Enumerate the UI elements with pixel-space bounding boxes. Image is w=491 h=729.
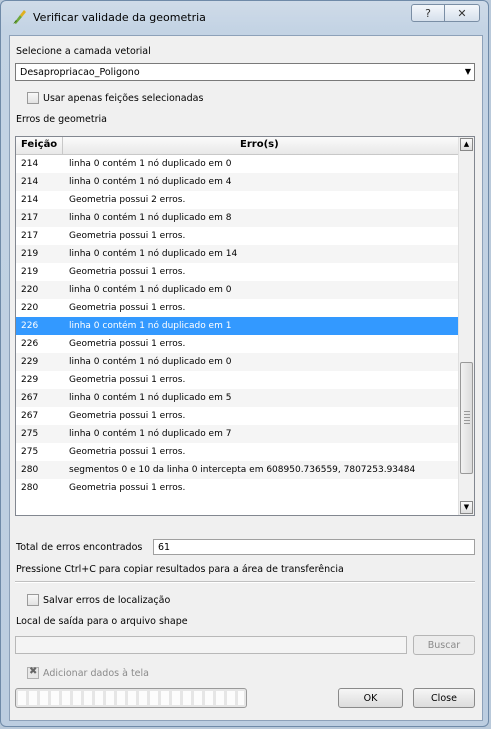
output-path-label: Local de saída para o arquivo shape [16,616,188,627]
table-row[interactable]: 214 linha 0 contém 1 nó duplicado em 0 [16,155,461,173]
error-cell: linha 0 contém 1 nó duplicado em 5 [69,393,232,403]
feature-id-cell: 280 [21,483,39,493]
feature-id-cell: 275 [21,447,39,457]
error-cell: linha 0 contém 1 nó duplicado em 7 [69,429,232,439]
layer-select-value: Desapropriacao_Poligono [20,67,140,78]
table-row[interactable]: 219 linha 0 contém 1 nó duplicado em 14 [16,245,461,263]
table-row[interactable]: 275 Geometria possui 1 erros. [16,443,461,461]
table-row[interactable]: 214 Geometria possui 2 erros. [16,191,461,209]
error-cell: linha 0 contém 1 nó duplicado em 0 [69,357,232,367]
chevron-down-icon: ▼ [464,67,471,76]
close-icon: ✕ [457,6,467,20]
feature-id-cell: 220 [21,303,39,313]
feature-id-cell: 219 [21,267,39,277]
table-row[interactable]: 275 linha 0 contém 1 nó duplicado em 7 [16,425,461,443]
dialog-body: Selecione a camada vetorial Desapropriac… [9,35,483,721]
error-cell: Geometria possui 1 erros. [69,411,186,421]
error-cell: linha 0 contém 1 nó duplicado em 4 [69,177,232,187]
scrollbar-thumb[interactable] [460,362,473,474]
feature-id-cell: 226 [21,339,39,349]
scroll-up-icon[interactable]: ▲ [460,138,473,151]
table-row[interactable]: 267 linha 0 contém 1 nó duplicado em 5 [16,389,461,407]
save-errors-checkbox[interactable] [27,594,39,606]
error-cell: Geometria possui 1 erros. [69,339,186,349]
feature-id-cell: 219 [21,249,39,259]
table-row[interactable]: 280 segmentos 0 e 10 da linha 0 intercept… [16,461,461,479]
only-selected-checkbox[interactable] [27,92,39,104]
error-cell: Geometria possui 2 erros. [69,195,186,205]
table-row[interactable]: 220 linha 0 contém 1 nó duplicado em 0 [16,281,461,299]
feature-id-cell: 226 [21,321,39,331]
feature-id-cell: 214 [21,195,39,205]
feature-id-cell: 217 [21,213,39,223]
progress-bar [15,688,247,708]
error-cell: Geometria possui 1 erros. [69,303,186,313]
table-row[interactable]: 229 linha 0 contém 1 nó duplicado em 0 [16,353,461,371]
errors-table[interactable]: Feição Erro(s) 214 linha 0 contém 1 nó du… [15,136,475,516]
error-cell: Geometria possui 1 erros. [69,483,186,493]
error-cell: linha 0 contém 1 nó duplicado em 0 [69,285,232,295]
table-row[interactable]: 280 Geometria possui 1 erros. [16,479,461,497]
progress-fill [18,691,244,705]
divider [15,581,475,583]
vertical-scrollbar[interactable]: ▲ ▼ [458,137,474,515]
table-row[interactable]: 219 Geometria possui 1 erros. [16,263,461,281]
error-cell: Geometria possui 1 erros. [69,447,186,457]
feature-id-cell: 275 [21,429,39,439]
qgis-brush-icon [11,9,27,25]
feature-id-cell: 229 [21,357,39,367]
column-divider[interactable] [62,137,63,154]
only-selected-label: Usar apenas feições selecionadas [43,93,204,104]
add-to-canvas-checkbox[interactable]: ✖ [27,666,39,679]
feature-id-cell: 229 [21,375,39,385]
table-row[interactable]: 267 Geometria possui 1 erros. [16,407,461,425]
checkmark-icon: ✖ [29,666,38,677]
feature-id-cell: 267 [21,393,39,403]
table-header: Feição Erro(s) [16,137,461,155]
help-icon: ? [425,6,431,20]
error-cell: linha 0 contém 1 nó duplicado em 8 [69,213,232,223]
error-cell: Geometria possui 1 erros. [69,267,186,277]
ok-button[interactable]: OK [338,688,403,708]
table-row[interactable]: 220 Geometria possui 1 erros. [16,299,461,317]
output-path-input[interactable] [15,636,407,654]
clipboard-hint: Pressione Ctrl+C para copiar resultados … [16,564,344,575]
errors-label: Erros de geometria [16,114,107,125]
table-row[interactable]: 226 linha 0 contém 1 nó duplicado em 1 [16,317,461,335]
error-cell: linha 0 contém 1 nó duplicado em 1 [69,321,232,331]
grip-icon [464,411,470,425]
save-errors-label: Salvar erros de localização [43,595,171,606]
close-window-button[interactable]: ✕ [444,4,480,22]
feature-id-cell: 214 [21,177,39,187]
feature-id-cell: 267 [21,411,39,421]
table-row[interactable]: 214 linha 0 contém 1 nó duplicado em 4 [16,173,461,191]
dialog-window: Verificar validade da geometria ? ✕ Sele… [0,0,489,727]
error-cell: Geometria possui 1 erros. [69,375,186,385]
title-bar[interactable]: Verificar validade da geometria ? ✕ [1,1,488,35]
table-row[interactable]: 217 linha 0 contém 1 nó duplicado em 8 [16,209,461,227]
error-cell: Geometria possui 1 erros. [69,231,186,241]
table-row[interactable]: 217 Geometria possui 1 erros. [16,227,461,245]
feature-id-cell: 217 [21,231,39,241]
scroll-down-icon[interactable]: ▼ [460,501,473,514]
feature-id-cell: 280 [21,465,39,475]
error-cell: linha 0 contém 1 nó duplicado em 14 [69,249,238,259]
window-title: Verificar validade da geometria [33,11,206,24]
error-cell: linha 0 contém 1 nó duplicado em 0 [69,159,232,169]
table-row[interactable]: 226 Geometria possui 1 erros. [16,335,461,353]
browse-button[interactable]: Buscar [413,635,475,655]
column-header-errors[interactable]: Erro(s) [240,139,279,150]
help-button[interactable]: ? [411,4,445,22]
table-row[interactable]: 229 Geometria possui 1 erros. [16,371,461,389]
total-errors-label: Total de erros encontrados [16,542,143,553]
layer-select[interactable]: Desapropriacao_Poligono ▼ [15,63,475,81]
add-to-canvas-label: Adicionar dados à tela [43,668,149,679]
close-button[interactable]: Close [413,688,475,708]
feature-id-cell: 220 [21,285,39,295]
total-errors-field[interactable]: 61 [153,539,475,555]
layer-label: Selecione a camada vetorial [16,46,151,57]
error-cell: segmentos 0 e 10 da linha 0 intercepta e… [69,465,416,475]
column-header-feature[interactable]: Feição [21,139,57,150]
feature-id-cell: 214 [21,159,39,169]
